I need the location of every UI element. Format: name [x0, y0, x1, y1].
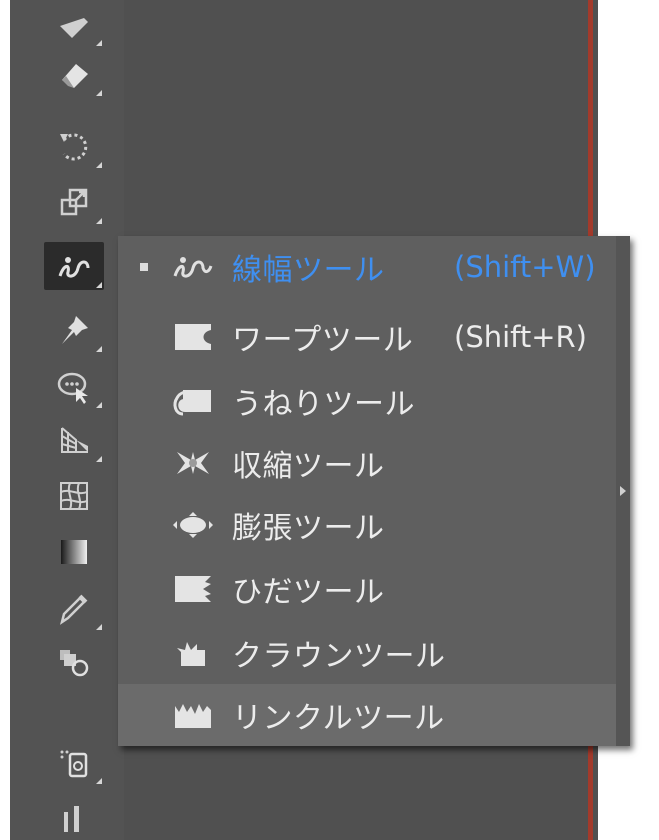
mesh-tool[interactable]	[44, 472, 104, 520]
puppet-warp-tool[interactable]	[44, 306, 104, 354]
width-tool[interactable]	[44, 242, 104, 290]
shape-builder-tool[interactable]	[44, 362, 104, 410]
gradient-icon	[61, 540, 87, 564]
scale-tool[interactable]	[44, 178, 104, 226]
eraser-icon	[62, 64, 88, 88]
pencil-icon	[60, 18, 88, 38]
gradient-tool[interactable]	[44, 528, 104, 576]
eyedropper-icon	[60, 594, 88, 625]
rotate-icon	[60, 133, 88, 161]
menu-item-pucker-tool[interactable]: 収縮ツール	[118, 432, 616, 494]
blend-tool[interactable]	[44, 636, 104, 684]
scallop-tool-icon	[170, 574, 216, 604]
menu-item-label: うねりツール	[232, 387, 415, 422]
perspective-grid-tool[interactable]	[44, 416, 104, 464]
eyedropper-tool[interactable]	[44, 584, 104, 632]
menu-item-label: ワープツール	[232, 323, 414, 358]
menu-item-scallop-tool[interactable]: ひだツール	[118, 558, 616, 620]
selected-bullet	[140, 263, 148, 271]
twirl-icon	[58, 257, 90, 278]
pin-icon	[62, 316, 88, 344]
width-tool-icon	[170, 252, 216, 282]
warp-tool-icon	[170, 322, 216, 352]
menu-item-wrinkle-tool[interactable]: リンクルツール	[118, 684, 616, 746]
twirl-tool-icon	[170, 386, 216, 416]
eraser-tool[interactable]	[44, 50, 104, 98]
menu-item-label: ひだツール	[232, 575, 385, 610]
wrinkle-tool-icon	[170, 700, 216, 730]
tools-panel	[0, 0, 124, 840]
menu-item-shortcut: (Shift+W)	[454, 250, 596, 284]
menu-item-label: クラウンツール	[232, 639, 446, 674]
menu-item-width-tool[interactable]: 線幅ツール (Shift+W)	[118, 236, 616, 298]
shape-builder-icon	[57, 372, 88, 404]
scale-icon	[60, 188, 88, 216]
pencil-tool[interactable]	[44, 0, 104, 48]
menu-item-warp-tool[interactable]: ワープツール (Shift+R)	[118, 306, 616, 368]
tearoff-arrow-icon	[620, 486, 626, 496]
pucker-tool-icon	[170, 448, 216, 478]
menu-item-label: 膨張ツール	[232, 511, 385, 546]
column-graph-icon	[64, 806, 79, 832]
bloat-tool-icon	[170, 510, 216, 540]
menu-item-label: 収縮ツール	[232, 449, 385, 484]
menu-item-bloat-tool[interactable]: 膨張ツール	[118, 494, 616, 556]
menu-item-twirl-tool[interactable]: うねりツール	[118, 370, 616, 432]
menu-item-crystallize-tool[interactable]: クラウンツール	[118, 622, 616, 684]
rotate-tool[interactable]	[44, 122, 104, 170]
crystallize-tool-icon	[170, 638, 216, 668]
graph-tool[interactable]	[44, 792, 104, 840]
menu-item-label: リンクルツール	[232, 701, 445, 736]
flyout-tearoff-strip[interactable]	[616, 236, 630, 746]
tool-flyout-menu: 線幅ツール (Shift+W) ワープツール (Shift+R) うねりツール …	[118, 236, 630, 746]
blend-icon	[60, 650, 89, 677]
mesh-icon	[60, 482, 88, 510]
symbol-sprayer-tool[interactable]	[44, 738, 104, 786]
menu-item-label: 線幅ツール	[232, 253, 385, 288]
symbol-sprayer-icon	[60, 750, 88, 778]
menu-item-shortcut: (Shift+R)	[454, 320, 587, 354]
perspective-grid-icon	[61, 427, 88, 453]
